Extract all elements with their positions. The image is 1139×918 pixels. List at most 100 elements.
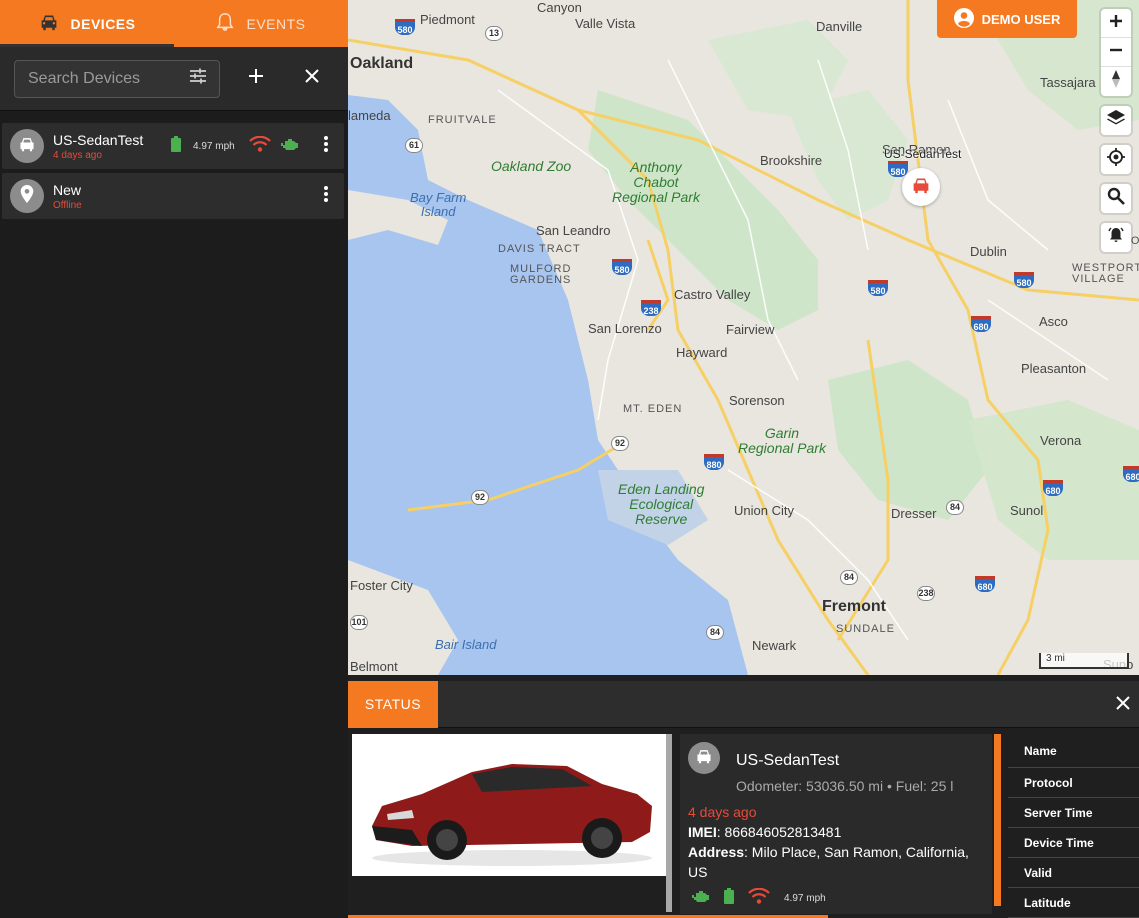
map-view[interactable]: Piedmont Canyon Valle Vista Danville Oak…	[348, 0, 1139, 675]
map-label: lameda	[348, 108, 391, 123]
map-search-button[interactable]	[1101, 184, 1131, 213]
info-speed: 4.97 mph	[784, 893, 826, 904]
highway-shield: 61	[405, 138, 423, 153]
map-label: Anthony Chabot Regional Park	[612, 159, 700, 205]
sidebar-tabs: DEVICES EVENTS	[0, 0, 348, 47]
search-control	[1101, 184, 1131, 213]
device-toolbar	[0, 47, 348, 111]
highway-shield: 92	[471, 490, 489, 505]
device-text: US-SedanTest 4 days ago	[53, 132, 163, 161]
battery-icon	[724, 888, 734, 909]
highway-shield: 680	[971, 316, 991, 332]
tab-status[interactable]: STATUS	[348, 680, 438, 728]
device-last-seen: 4 days ago	[53, 149, 102, 161]
tab-devices-label: DEVICES	[70, 15, 136, 32]
highway-shield: 84	[706, 625, 724, 640]
attr-row-server-time: Server Time	[1008, 798, 1139, 828]
map-label: DAVIS TRACT	[498, 243, 581, 255]
device-more-button[interactable]	[316, 131, 336, 161]
highway-shield: 580	[1014, 272, 1034, 288]
layers-button[interactable]	[1101, 106, 1131, 135]
close-icon	[1116, 695, 1130, 715]
info-address: Address: Milo Place, San Ramon, Californ…	[688, 842, 978, 882]
map-label: Newark	[752, 638, 797, 653]
crosshair-icon	[1107, 148, 1125, 171]
map-label: Canyon	[537, 0, 582, 15]
marker-label: US-SedanTest	[884, 147, 962, 161]
highway-shield: 92	[611, 436, 629, 451]
close-sidebar-button[interactable]	[292, 59, 332, 99]
sidebar: DEVICES EVENTS Search Devices US-SedanTe…	[0, 0, 348, 918]
map-label: Dresser	[891, 506, 937, 521]
device-name: New	[53, 181, 82, 198]
compass-button[interactable]	[1101, 67, 1131, 96]
device-speed: 4.97 mph	[193, 140, 235, 152]
layers-icon	[1106, 109, 1126, 132]
map-label: Brookshire	[760, 153, 823, 168]
close-icon	[304, 68, 320, 89]
map-label: Piedmont	[420, 12, 475, 27]
highway-shield: 238	[917, 586, 935, 601]
highway-shield: 580	[612, 259, 632, 275]
map-label: Sorenson	[729, 393, 785, 408]
more-vert-icon	[324, 135, 328, 157]
info-scrollbar[interactable]	[994, 734, 1001, 906]
device-more-button[interactable]	[316, 181, 336, 211]
my-location-button[interactable]	[1101, 145, 1131, 174]
map-base-layer	[348, 0, 1139, 675]
map-label: Union City	[734, 503, 794, 518]
notifications-button[interactable]	[1101, 223, 1131, 252]
map-label: Verona	[1040, 433, 1082, 448]
highway-shield: 13	[485, 26, 503, 41]
info-status-icons: 4.97 mph	[692, 887, 826, 909]
highway-shield: 84	[840, 570, 858, 585]
map-label: Tassajara	[1040, 75, 1096, 90]
app-root: DEVICES EVENTS Search Devices US-SedanTe…	[0, 0, 1139, 918]
engine-icon	[692, 889, 710, 908]
highway-shield: 880	[704, 454, 724, 470]
status-panel: STATUS US-SedanTest Odometer: 53036.50 m…	[348, 680, 1139, 918]
attr-row-latitude: Latitude	[1008, 888, 1139, 918]
map-label: WESTPORT VILLAGE	[1072, 262, 1139, 285]
tab-events-label: EVENTS	[246, 15, 306, 32]
layers-control	[1101, 106, 1131, 135]
zoom-out-button[interactable]	[1101, 38, 1131, 67]
info-last-seen: 4 days ago	[688, 804, 757, 820]
tab-events[interactable]: EVENTS	[174, 0, 348, 47]
zoom-in-button[interactable]	[1101, 9, 1131, 38]
highway-shield: 238	[641, 300, 661, 316]
close-status-button[interactable]	[1111, 693, 1135, 717]
attr-row-protocol: Protocol	[1008, 768, 1139, 798]
map-label: Eden Landing Ecological Reserve	[618, 481, 705, 527]
wifi-signal-icon	[748, 887, 770, 909]
highway-shield: 680	[1043, 480, 1063, 496]
map-label: Sunol	[1010, 503, 1044, 518]
car-icon	[39, 13, 59, 34]
device-status-icons: 4.97 mph	[171, 135, 299, 157]
notifications-control	[1101, 223, 1131, 252]
device-marker[interactable]	[902, 168, 940, 206]
device-item-us-sedantest[interactable]: US-SedanTest 4 days ago 4.97 mph	[2, 123, 344, 169]
plus-icon	[1109, 14, 1123, 33]
search-input[interactable]	[28, 69, 178, 88]
vehicle-image	[352, 734, 666, 876]
compass-icon	[1111, 70, 1121, 93]
bell-icon	[216, 12, 235, 35]
tab-devices[interactable]: DEVICES	[0, 0, 174, 47]
map-label: Fairview	[726, 322, 775, 337]
map-scale: 3 mi	[1039, 653, 1129, 669]
wifi-signal-icon	[248, 135, 271, 157]
engine-icon	[280, 137, 299, 156]
add-device-button[interactable]	[236, 59, 276, 99]
info-imei: IMEI: 866846052813481	[688, 822, 978, 842]
image-scrollbar[interactable]	[666, 734, 672, 912]
device-item-new[interactable]: New Offline	[2, 173, 344, 219]
map-label: Pleasanton	[1021, 361, 1087, 376]
filter-tune-icon[interactable]	[189, 68, 207, 89]
info-device-name: US-SedanTest	[736, 752, 840, 769]
demo-user-button[interactable]: DEMO USER	[937, 0, 1077, 38]
address-label: Address	[688, 844, 745, 860]
map-label: San Leandro	[536, 223, 611, 238]
map-label: Dublin	[970, 244, 1007, 259]
highway-shield: 580	[395, 19, 415, 35]
